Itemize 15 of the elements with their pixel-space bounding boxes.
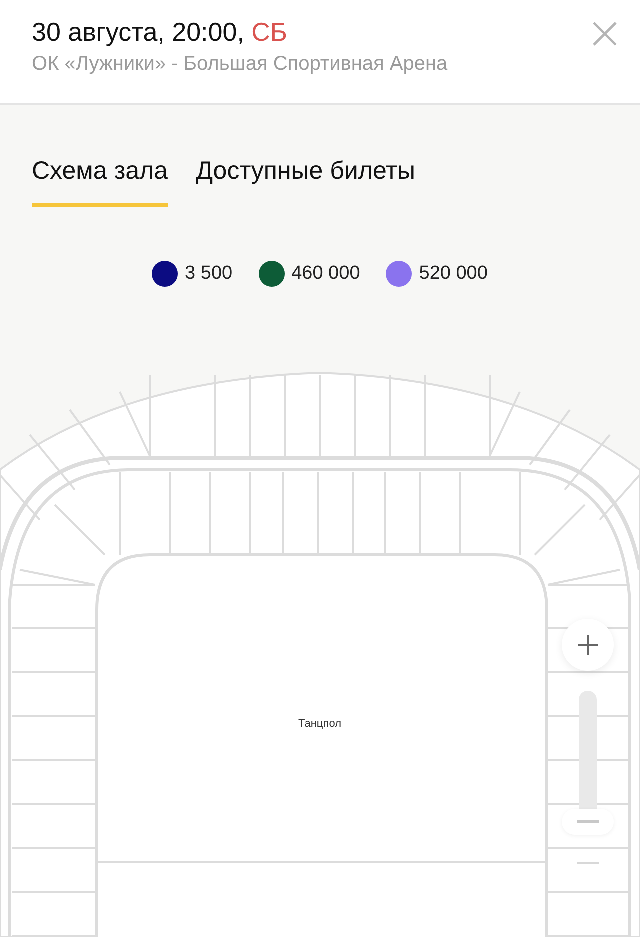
minus-icon (577, 862, 599, 866)
venue-name: ОК «Лужники» - Большая Спортивная Арена (32, 52, 448, 77)
plus-icon (577, 634, 599, 656)
price-label: 520 000 (419, 263, 488, 285)
price-label: 3 500 (185, 263, 233, 285)
tab[interactable]: Доступные билеты (196, 157, 416, 207)
zoom-slider-thumb[interactable] (562, 809, 614, 835)
tab[interactable]: Схема зала (32, 157, 168, 207)
close-icon[interactable] (592, 21, 618, 47)
dance-floor-label: Танцпол (298, 718, 342, 730)
weekday-label: СБ (252, 17, 288, 47)
price-label: 460 000 (292, 263, 360, 285)
minus-icon (577, 820, 599, 824)
zoom-slider[interactable] (562, 691, 614, 835)
event-date: 30 августа, 20:00, СБ (32, 16, 288, 48)
